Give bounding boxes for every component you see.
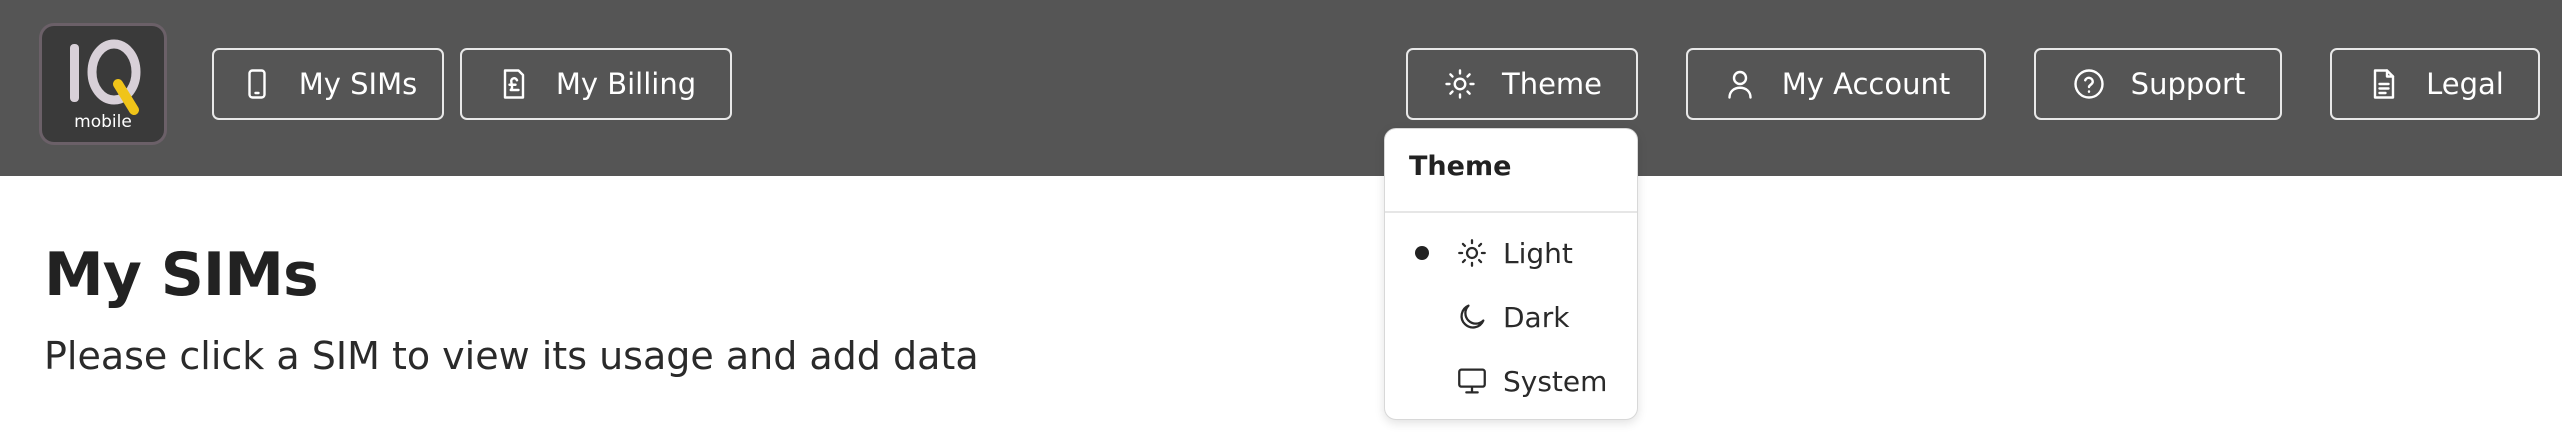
theme-option-label: System	[1503, 364, 1608, 398]
monitor-icon	[1455, 364, 1489, 398]
theme-option-light[interactable]: Light	[1385, 224, 1637, 282]
theme-label: Theme	[1501, 67, 1603, 101]
theme-button[interactable]: Theme	[1406, 48, 1638, 120]
sun-icon	[1455, 236, 1489, 270]
legal-button[interactable]: Legal	[2330, 48, 2540, 120]
my-billing-button[interactable]: My Billing	[460, 48, 732, 120]
my-account-button[interactable]: My Account	[1686, 48, 1986, 120]
page-subtitle: Please click a SIM to view its usage and…	[44, 334, 979, 378]
theme-option-system[interactable]: System	[1385, 352, 1637, 410]
my-billing-label: My Billing	[555, 67, 697, 101]
theme-menu-header: Theme	[1409, 151, 1512, 182]
moon-icon	[1455, 300, 1489, 334]
my-sims-button[interactable]: My SIMs	[212, 48, 444, 120]
selected-indicator	[1415, 246, 1429, 260]
page-title: My SIMs	[44, 240, 319, 310]
billing-icon	[496, 66, 532, 102]
iq-mobile-logo[interactable]: mobile	[42, 26, 164, 142]
support-button[interactable]: Support	[2034, 48, 2282, 120]
my-account-label: My Account	[1781, 67, 1951, 101]
support-label: Support	[2130, 67, 2246, 101]
phone-icon	[239, 66, 275, 102]
logo-text: mobile	[74, 112, 132, 132]
theme-option-label: Dark	[1503, 300, 1570, 334]
menu-divider	[1385, 211, 1637, 213]
user-icon	[1722, 66, 1758, 102]
theme-option-dark[interactable]: Dark	[1385, 288, 1637, 346]
legal-label: Legal	[2426, 67, 2504, 101]
theme-dropdown-menu: Theme Light Dark System	[1384, 128, 1638, 420]
top-navigation-bar: mobile My SIMs My Billing Theme My Accou…	[0, 0, 2562, 176]
sun-icon	[1442, 66, 1478, 102]
my-sims-label: My SIMs	[298, 67, 418, 101]
document-icon	[2366, 66, 2402, 102]
help-icon	[2071, 66, 2107, 102]
theme-option-label: Light	[1503, 236, 1573, 270]
